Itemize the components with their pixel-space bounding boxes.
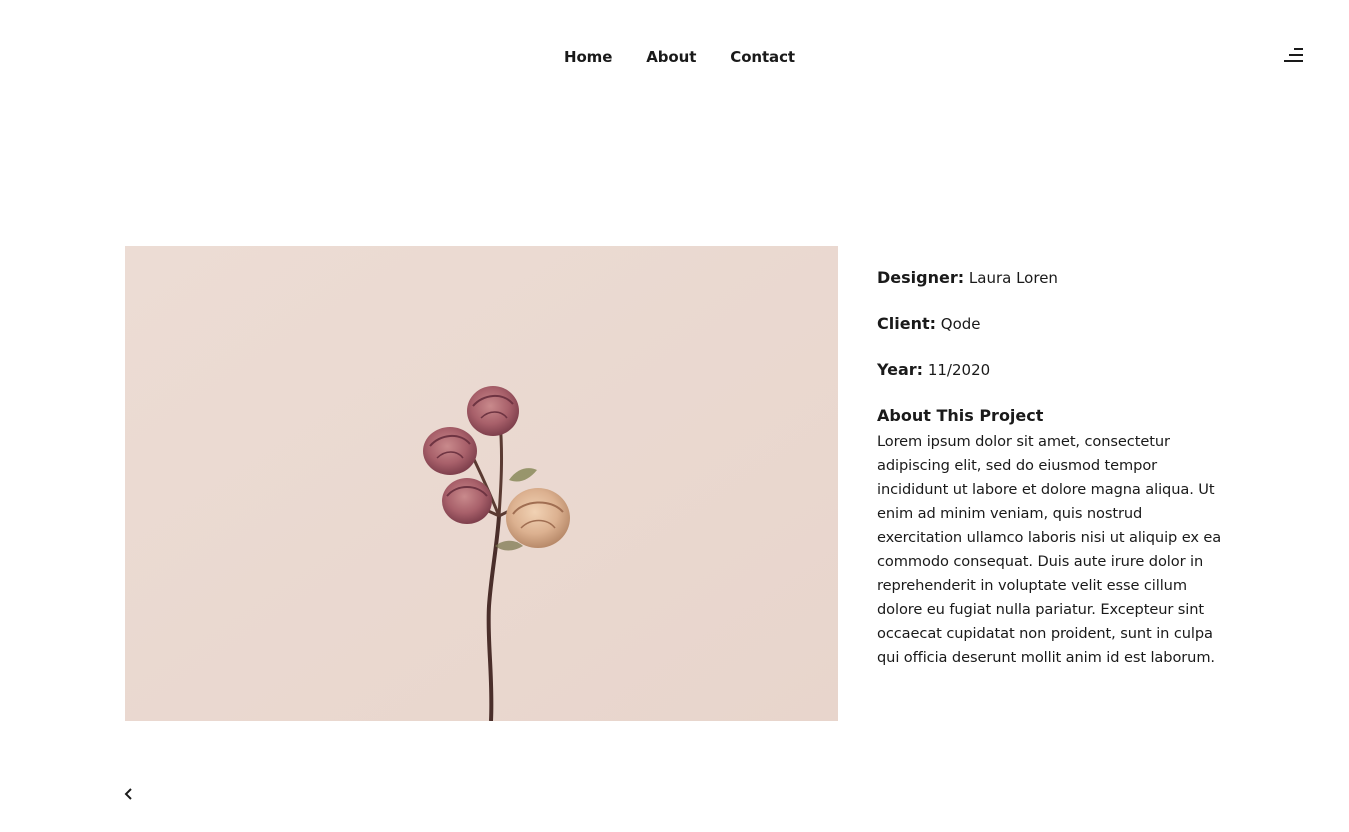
main-navigation: Home About Contact (564, 46, 795, 68)
project-image (125, 246, 838, 721)
about-project-text: Lorem ipsum dolor sit amet, consectetur … (877, 433, 1222, 666)
nav-item-contact[interactable]: Contact (730, 46, 795, 68)
nav-item-home[interactable]: Home (564, 46, 612, 68)
year-label: Year: (877, 360, 924, 379)
nav-item-about[interactable]: About (646, 46, 696, 68)
client-label: Client: (877, 314, 936, 333)
designer-value: Laura Loren (968, 269, 1058, 287)
about-project-title: About This Project (877, 406, 1044, 425)
designer-row: Designer: Laura Loren (877, 266, 1222, 290)
client-row: Client: Qode (877, 312, 1222, 336)
project-info: Designer: Laura Loren Client: Qode Year:… (877, 266, 1222, 670)
portfolio-single-page: Home About Contact Designer: Laura Loren… (0, 0, 1349, 832)
year-row: Year: 11/2020 (877, 358, 1222, 382)
year-value: 11/2020 (927, 361, 991, 379)
designer-label: Designer: (877, 268, 965, 287)
dried-roses-photo (125, 246, 838, 721)
client-value: Qode (940, 315, 981, 333)
chevron-left-icon[interactable] (122, 786, 136, 802)
hamburger-menu-icon[interactable] (1284, 46, 1306, 64)
